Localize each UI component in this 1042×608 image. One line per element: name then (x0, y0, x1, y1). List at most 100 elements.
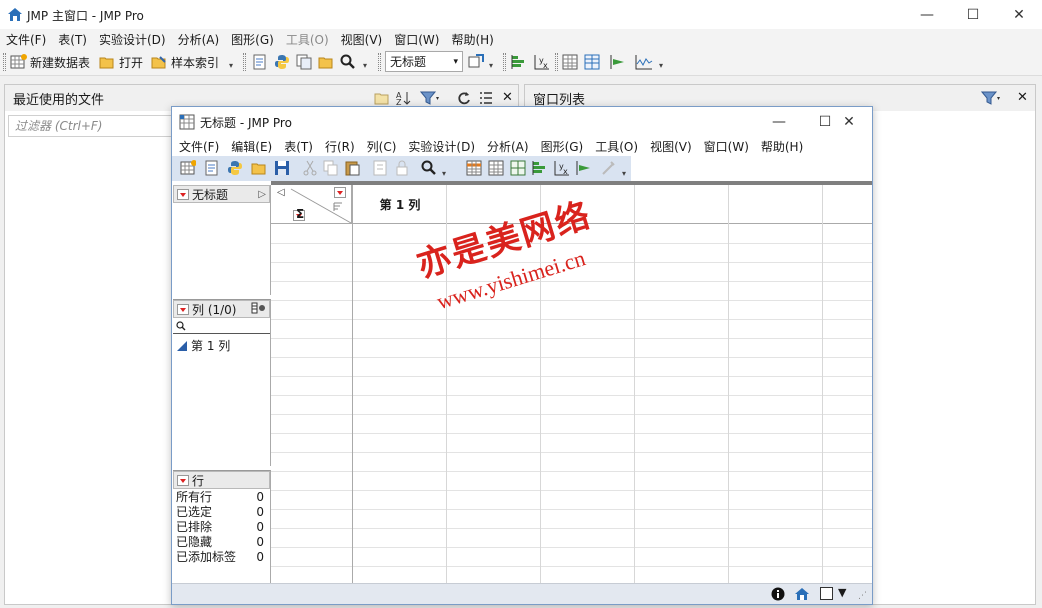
open-button[interactable]: 打开 (99, 52, 143, 72)
new-script-icon[interactable] (252, 54, 268, 70)
collapse-arrow-icon[interactable]: ▷ (258, 189, 266, 200)
child-menu-rows[interactable]: 行(R) (319, 138, 361, 155)
filter-icon[interactable] (420, 90, 440, 106)
rows-panel-header[interactable]: 行 (173, 471, 270, 489)
tabulate-icon[interactable] (466, 160, 482, 176)
menu-view[interactable]: 视图(V) (335, 31, 389, 48)
maximize-button[interactable]: ☐ (950, 0, 996, 29)
child-menu-view[interactable]: 视图(V) (644, 138, 698, 155)
save-icon[interactable] (274, 160, 290, 176)
lock-icon[interactable] (394, 160, 410, 176)
toolbar-overflow-icon[interactable]: ▾ (229, 61, 233, 70)
minimize-button[interactable]: — (904, 0, 950, 29)
fit-y-by-x-icon[interactable]: yx (554, 160, 570, 176)
distribution-icon[interactable] (511, 54, 527, 70)
menu-window[interactable]: 窗口(W) (388, 31, 445, 48)
toolbar-grip[interactable] (3, 53, 6, 71)
red-triangle-icon[interactable] (177, 188, 189, 200)
menu-file[interactable]: 文件(F) (0, 31, 52, 48)
resize-grip-icon[interactable]: ⋰ (858, 591, 867, 601)
child-menu-analyze[interactable]: 分析(A) (481, 138, 535, 155)
menu-table[interactable]: 表(T) (52, 31, 93, 48)
column-state-icon[interactable] (332, 201, 344, 213)
copy-icon[interactable] (323, 160, 339, 176)
graph-builder-icon[interactable] (610, 54, 626, 70)
red-triangle-icon[interactable] (177, 303, 189, 315)
control-chart-icon[interactable] (635, 54, 653, 70)
fit-y-by-x-icon[interactable]: yx (534, 54, 550, 70)
child-menu-table[interactable]: 表(T) (278, 138, 319, 155)
toolbar-grip[interactable] (555, 53, 558, 71)
toolbar-overflow-icon[interactable]: ▾ (363, 61, 367, 70)
cut-icon[interactable] (302, 160, 318, 176)
copy-table-icon[interactable] (296, 54, 312, 70)
toolbar-overflow-icon[interactable]: ▾ (442, 169, 446, 178)
paste-icon[interactable] (344, 160, 360, 176)
child-menu-help[interactable]: 帮助(H) (755, 138, 809, 155)
column-viewer-icon[interactable] (251, 302, 267, 317)
journal-icon[interactable] (372, 160, 388, 176)
python-icon[interactable] (274, 54, 290, 70)
sort-icon[interactable]: AZ (396, 90, 412, 106)
new-script-icon[interactable] (204, 160, 220, 176)
split-table-icon[interactable] (510, 160, 526, 176)
new-table-icon[interactable] (180, 160, 196, 176)
toolbar-overflow-icon[interactable]: ▾ (489, 61, 493, 70)
close-button[interactable]: ✕ (996, 0, 1042, 29)
red-triangle-icon[interactable] (177, 474, 189, 486)
child-menu-edit[interactable]: 编辑(E) (225, 138, 278, 155)
child-menu-window[interactable]: 窗口(W) (698, 138, 755, 155)
chevron-down-icon[interactable]: ▼ (838, 586, 846, 599)
window-select-box[interactable] (820, 587, 833, 600)
toolbar-grip[interactable] (243, 53, 246, 71)
child-menu-graph[interactable]: 图形(G) (535, 138, 590, 155)
pointer-tool-icon[interactable] (600, 160, 616, 176)
open-folder-icon[interactable] (251, 160, 267, 176)
toolbar-grip[interactable] (503, 53, 506, 71)
columns-panel-header[interactable]: 列 (1/0) (173, 300, 270, 318)
table-select-dropdown[interactable]: 无标题 ▾ (385, 51, 463, 72)
sample-index-button[interactable]: 样本索引 (151, 52, 219, 72)
row-select-arrow-icon[interactable]: ◁ (277, 187, 285, 198)
close-panel-icon[interactable]: ✕ (1017, 90, 1028, 105)
child-minimize-button[interactable]: — (756, 107, 802, 136)
folder-icon[interactable] (374, 90, 390, 106)
child-menu-doe[interactable]: 实验设计(D) (402, 138, 481, 155)
column-header-1[interactable]: 第 1 列 (353, 185, 447, 224)
search-icon[interactable] (421, 160, 437, 176)
summary-table-icon[interactable] (584, 54, 600, 70)
table-jump-icon[interactable] (468, 54, 484, 70)
child-menu-tools[interactable]: 工具(O) (589, 138, 644, 155)
search-icon[interactable] (340, 54, 356, 70)
child-menu-cols[interactable]: 列(C) (361, 138, 403, 155)
refresh-icon[interactable] (456, 90, 472, 106)
toolbar-grip[interactable] (378, 53, 381, 71)
info-icon[interactable] (771, 587, 785, 601)
tabulate-icon[interactable] (562, 54, 578, 70)
menu-tools[interactable]: 工具(O) (280, 31, 335, 48)
menu-analyze[interactable]: 分析(A) (172, 31, 226, 48)
list-view-icon[interactable] (478, 90, 494, 106)
python-icon[interactable] (227, 160, 243, 176)
graph-builder-icon[interactable] (576, 160, 592, 176)
summary-icon[interactable] (488, 160, 504, 176)
sigma-icon[interactable]: Σ (296, 207, 304, 221)
toolbar-overflow-icon[interactable]: ▾ (659, 61, 663, 70)
red-triangle-icon[interactable] (334, 187, 346, 198)
filter-icon[interactable] (981, 90, 1001, 106)
recent-files-title: 最近使用的文件 (13, 92, 105, 108)
child-menu-file[interactable]: 文件(F) (173, 138, 225, 155)
menu-graph[interactable]: 图形(G) (225, 31, 280, 48)
grid-column-line (728, 185, 729, 583)
column-search-input[interactable] (173, 318, 270, 334)
distribution-icon[interactable] (532, 160, 548, 176)
child-close-button[interactable]: ✕ (826, 107, 872, 136)
column-list-item[interactable]: 第 1 列 (173, 334, 270, 354)
table-panel-header[interactable]: 无标题 ▷ (173, 185, 270, 203)
menu-help[interactable]: 帮助(H) (445, 31, 499, 48)
new-table-button[interactable]: 新建数据表 (10, 52, 90, 72)
open-data-icon[interactable] (318, 54, 334, 70)
home-icon[interactable] (794, 587, 810, 601)
menu-doe[interactable]: 实验设计(D) (93, 31, 172, 48)
close-panel-icon[interactable]: ✕ (502, 90, 513, 105)
